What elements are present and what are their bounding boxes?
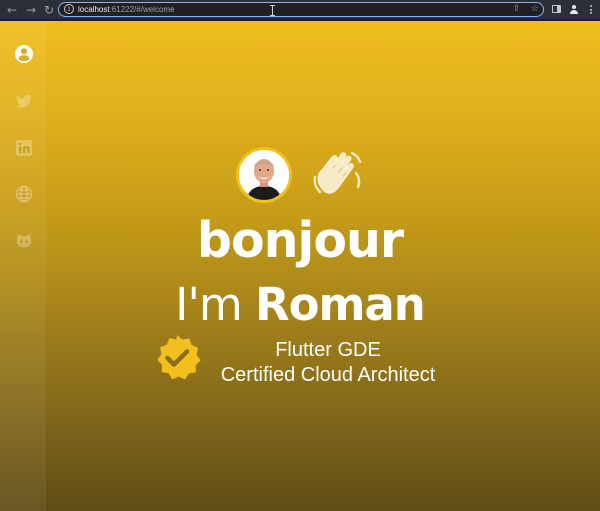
globe-icon[interactable] <box>13 183 35 205</box>
side-panel-icon[interactable] <box>551 4 562 15</box>
avatar-photo <box>239 150 289 200</box>
intro-prefix: I'm <box>175 278 255 331</box>
share-icon[interactable]: ⇧ <box>511 4 522 15</box>
menu-kebab-icon[interactable] <box>585 4 596 15</box>
forward-arrow-icon[interactable]: → <box>24 3 38 17</box>
url-host: localhost <box>78 5 110 14</box>
twitter-icon[interactable] <box>13 90 35 112</box>
page-viewport: bonjour I'm Roman Flutter GDE Certified … <box>0 21 600 511</box>
browser-toolbar: ← → ↻ i localhost:61222/#/welcome ⇧ ☆ <box>0 0 600 20</box>
title-line-2: Certified Cloud Architect <box>220 364 436 386</box>
url-path: :61222/#/welcome <box>109 5 175 14</box>
title-line-1: Flutter GDE <box>275 339 381 361</box>
text-cursor-icon <box>270 5 275 16</box>
hero-icons <box>236 147 366 203</box>
greeting-heading: bonjour <box>196 212 404 269</box>
waving-hand-icon <box>312 147 366 203</box>
profile-icon[interactable] <box>568 4 579 15</box>
site-info-icon[interactable]: i <box>64 4 74 14</box>
linkedin-icon[interactable] <box>13 137 35 159</box>
back-arrow-icon[interactable]: ← <box>5 3 19 17</box>
star-icon[interactable]: ☆ <box>529 4 540 15</box>
intro-name: Roman <box>254 278 426 331</box>
url-text[interactable]: localhost:61222/#/welcome <box>78 4 175 15</box>
reload-icon[interactable]: ↻ <box>42 3 56 17</box>
avatar <box>236 147 292 203</box>
address-bar[interactable]: i localhost:61222/#/welcome ⇧ ☆ <box>58 2 544 17</box>
intro-heading: I'm Roman <box>0 277 600 333</box>
account-circle-icon[interactable] <box>13 43 35 65</box>
